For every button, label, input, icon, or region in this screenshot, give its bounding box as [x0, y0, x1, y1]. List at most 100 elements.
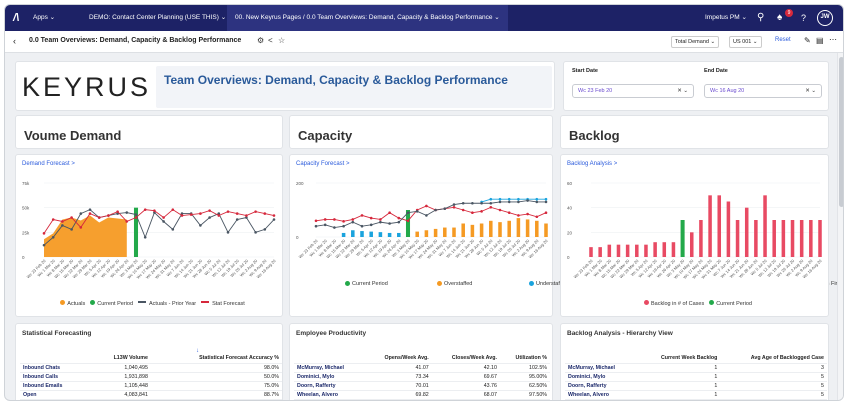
user-workspace-menu[interactable]: Impetus PM ⌄ — [705, 5, 747, 31]
table-cell: 5 — [720, 381, 827, 391]
home-logo-icon[interactable]: /\ — [13, 5, 19, 31]
legend-dot-marker — [345, 280, 350, 286]
star-icon[interactable]: ☆ — [278, 36, 285, 45]
data-point — [88, 208, 92, 211]
start-date-value: Wc 23 Feb 20 — [578, 88, 613, 94]
column-header[interactable]: L13W Volume — [89, 354, 151, 364]
data-point — [388, 211, 391, 214]
backlog-hierarchy-title: Backlog Analysis - Hierarchy View — [567, 330, 673, 337]
table-row[interactable]: Doorn, Rafferty 70.01 43.76 62.50% — [294, 381, 550, 391]
notifications-icon[interactable]: ♠ — [777, 5, 782, 31]
share-icon[interactable]: < — [268, 36, 273, 45]
table-row[interactable]: Wheelan, Alvero 69.82 68.07 97.50% — [294, 390, 550, 400]
column-header[interactable]: Opens/Week Avg. — [364, 354, 432, 364]
data-point — [134, 213, 138, 216]
table-cell: 1,040,495 — [89, 363, 151, 373]
site-filter[interactable]: US 001 ⌄ — [729, 36, 762, 48]
column-header[interactable]: Closes/Week Avg. — [431, 354, 500, 364]
legend-label: Stat Forecast — [212, 300, 245, 307]
legend-item[interactable]: Actuals - Prior Year — [133, 301, 196, 307]
table-header-row: L13W Volume Statistical Forecast Accuracy… — [20, 354, 282, 364]
page-scrollbar[interactable] — [837, 53, 843, 400]
table-row[interactable]: Inbound Chats 1,040,495 98.0% — [20, 363, 282, 373]
column-header[interactable]: Current Week Backlog — [636, 354, 721, 364]
data-point — [51, 218, 55, 221]
data-bar — [589, 247, 593, 257]
data-bar — [653, 242, 657, 257]
table-row[interactable]: Doorn, Rafferty 1 5 — [565, 381, 827, 391]
table-row[interactable]: McMurray, Michael 1 3 — [565, 363, 827, 373]
data-point — [369, 223, 373, 227]
table-row[interactable]: Inbound Emails 1,105,448 75.0% — [20, 381, 282, 391]
total-demand-filter[interactable]: Total Demand ⌄ — [671, 36, 720, 48]
table-row[interactable]: Dominici, Mylo 73.34 69.67 95.00% — [294, 372, 550, 382]
y-tick-label: 0 — [22, 255, 25, 260]
reset-button[interactable]: Reset — [775, 37, 791, 43]
legend-item[interactable]: Backlog in # of Cases — [639, 300, 705, 307]
back-icon[interactable]: ‹ — [13, 36, 16, 46]
data-bar — [507, 220, 511, 237]
y-tick-label: 75k — [22, 181, 30, 186]
page-settings-icon[interactable]: ⚙ — [257, 36, 264, 45]
column-header — [565, 354, 637, 364]
total-demand-filter-label: Total Demand — [675, 39, 709, 45]
legend-item[interactable]: Current Period — [704, 300, 752, 307]
legend-label: Actuals - Prior Year — [149, 300, 197, 307]
help-icon[interactable]: ? — [801, 5, 806, 31]
data-point — [425, 214, 428, 217]
statistical-forecasting-table: L13W Volume Statistical Forecast Accuracy… — [20, 354, 282, 400]
data-point — [369, 216, 373, 220]
data-point — [360, 214, 364, 217]
table-row[interactable]: McMurray, Michael 41.07 42.10 102.5% — [294, 363, 550, 373]
table-cell: 102.5% — [499, 363, 550, 373]
data-bar — [781, 220, 786, 257]
search-icon[interactable]: ⚲ — [757, 5, 764, 31]
apps-menu[interactable]: Apps ⌄ — [33, 5, 55, 31]
table-cell: 50.0% — [150, 372, 282, 382]
data-bar — [470, 224, 475, 237]
legend-item[interactable]: Stat Forecast — [196, 301, 245, 307]
edit-icon[interactable]: ✎ — [804, 36, 811, 45]
legend-item[interactable]: Current Period — [85, 300, 134, 307]
column-header[interactable]: Avg Age of Backlogged Case — [720, 354, 827, 364]
end-date-clear-icon[interactable]: ✕ ⌄ — [805, 85, 816, 97]
column-header[interactable]: Statistical Forecast Accuracy % — [150, 354, 282, 364]
table-row[interactable]: Open 4,083,841 88.7% — [20, 390, 282, 400]
end-date-label: End Date — [704, 68, 728, 74]
legend-label: Backlog in # of Cases — [651, 300, 705, 307]
data-bar — [424, 230, 429, 237]
breadcrumb-page[interactable]: 00. New Keyrus Pages / 0.0 Team Overview… — [227, 5, 508, 31]
table-cell: 5 — [720, 372, 827, 382]
table-cell: 75.0% — [150, 381, 282, 391]
data-point — [333, 226, 336, 229]
legend-label: Current Period — [97, 300, 134, 307]
breadcrumb-model[interactable]: DEMO: Contact Center Planning (USE THIS)… — [89, 5, 226, 31]
legend-item[interactable]: Current Period — [340, 280, 432, 289]
table-row[interactable]: Inbound Calls 1,931,898 50.0% — [20, 372, 282, 382]
table-header-row: Current Week Backlog Avg Age of Backlogge… — [565, 354, 827, 364]
data-bar — [598, 247, 602, 257]
more-icon[interactable]: ⋯ — [829, 35, 837, 44]
backlog-chart-card: Backlog Analysis > 60 40 20 0 Wc 23 Feb 20 Wc… — [560, 154, 829, 317]
end-date-picker[interactable]: Wc 16 Aug 20 ✕ ⌄ — [704, 84, 822, 98]
column-header[interactable]: Utilization % — [499, 354, 550, 364]
data-bar — [754, 220, 758, 257]
data-point — [171, 228, 175, 231]
legend-item[interactable]: Overstaffed — [432, 280, 524, 289]
table-row[interactable]: Wheelan, Alvero 1 5 — [565, 390, 827, 400]
scrollbar-thumb[interactable] — [839, 57, 843, 207]
data-point — [406, 219, 410, 223]
data-point — [471, 201, 474, 205]
avatar[interactable]: JW — [817, 10, 833, 26]
table-row[interactable]: Dominici, Mylo 1 5 — [565, 372, 827, 382]
table-cell: 70.01 — [364, 381, 432, 391]
start-date-picker[interactable]: Wc 23 Feb 20 ✕ ⌄ — [572, 84, 694, 98]
data-bar — [772, 220, 776, 257]
legend-item[interactable]: Actuals — [55, 300, 85, 307]
table-cell: 41.07 — [364, 363, 432, 373]
row-name: Doorn, Rafferty — [294, 381, 365, 391]
start-date-clear-icon[interactable]: ✕ ⌄ — [677, 85, 688, 97]
comments-icon[interactable]: ▤ — [816, 36, 824, 45]
data-point — [544, 211, 548, 214]
data-point — [97, 216, 101, 219]
